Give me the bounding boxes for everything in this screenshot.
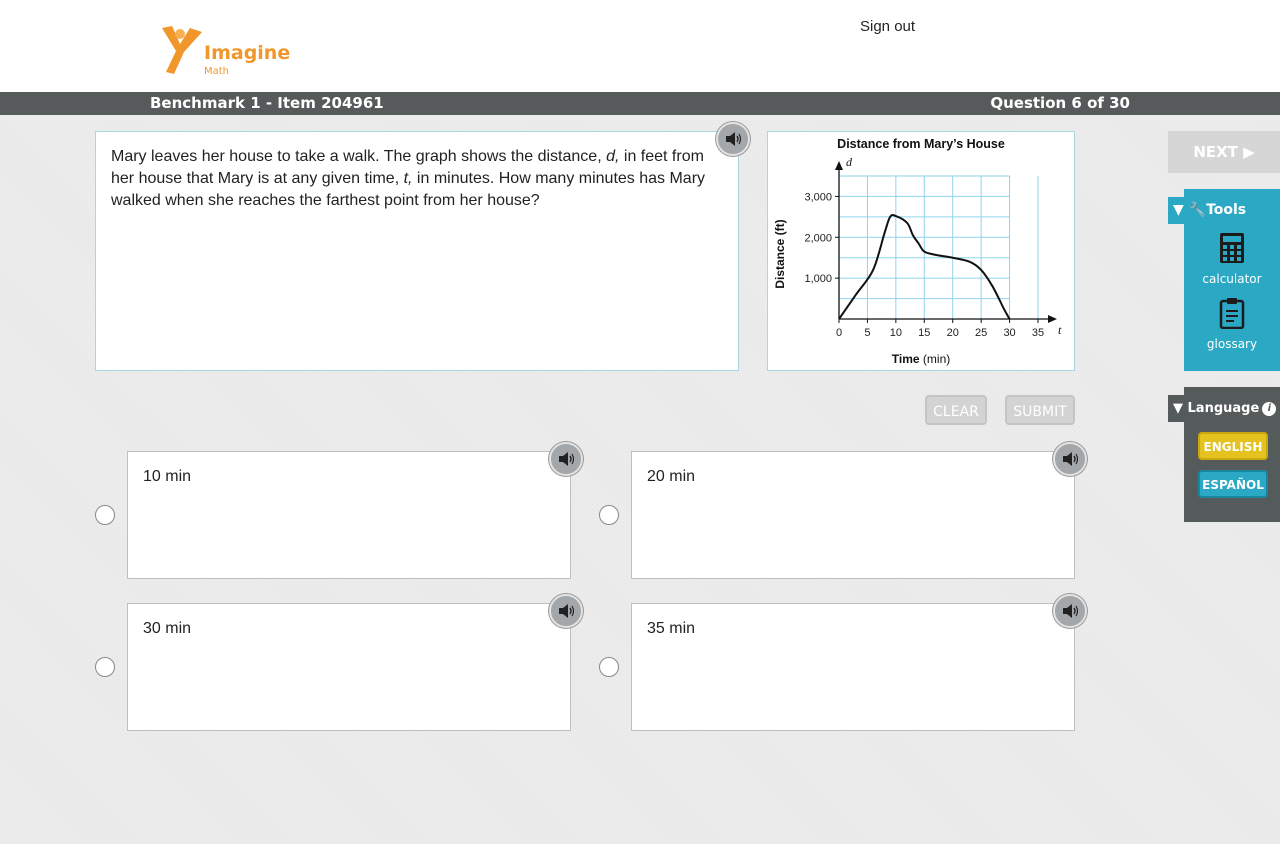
- calculator-icon: [1220, 233, 1244, 263]
- answer-label: 10 min: [143, 468, 192, 485]
- calculator-tool[interactable]: calculator: [1184, 232, 1280, 286]
- speaker-icon: [559, 604, 575, 618]
- x-tick-label: 10: [890, 327, 902, 339]
- spanish-button[interactable]: ESPAÑOL: [1198, 470, 1268, 498]
- answer-d-audio-button[interactable]: [1053, 594, 1087, 628]
- x-axis-label: Time (min): [892, 352, 950, 366]
- distance-chart: Distance from Mary’s House d t Distance …: [773, 137, 1062, 366]
- clear-button[interactable]: CLEAR: [925, 395, 987, 425]
- answer-label: 20 min: [647, 468, 696, 485]
- speaker-icon: [726, 132, 742, 146]
- logo-figure-icon: [162, 26, 202, 74]
- calculator-label: calculator: [1202, 272, 1262, 286]
- question-box: Mary leaves her house to take a walk. Th…: [95, 131, 739, 371]
- glossary-label: glossary: [1206, 337, 1258, 351]
- next-button[interactable]: NEXT ▶: [1168, 131, 1280, 173]
- question-text: Mary leaves her house to take a walk. Th…: [111, 148, 706, 209]
- logo-subtitle: Math: [204, 66, 230, 77]
- y-tick-label: 3,000: [804, 191, 832, 203]
- chart-title: Distance from Mary’s House: [837, 137, 1005, 151]
- tools-toggle[interactable]: ▼ 🔧Tools: [1173, 202, 1246, 218]
- speaker-icon: [559, 452, 575, 466]
- x-tick-label: 5: [864, 327, 870, 339]
- answer-d-radio[interactable]: [599, 657, 619, 677]
- y-axis-arrow: [835, 161, 843, 170]
- graph-box: Distance from Mary’s House d t Distance …: [767, 131, 1075, 371]
- x-axis-arrow: [1048, 315, 1057, 323]
- answer-b-audio-button[interactable]: [1053, 442, 1087, 476]
- x-tick-label: 35: [1032, 327, 1044, 339]
- question-audio-button[interactable]: [716, 122, 750, 156]
- answer-label: 35 min: [647, 620, 696, 637]
- y-axis-variable: d: [846, 155, 853, 169]
- x-tick-label: 0: [836, 327, 842, 339]
- language-toggle[interactable]: ▼ Language i: [1173, 401, 1277, 416]
- y-axis-label: Distance (ft): [773, 219, 787, 288]
- top-bar: Imagine Math Sign out: [0, 0, 1280, 92]
- answer-b-radio[interactable]: [599, 505, 619, 525]
- answer-label: 30 min: [143, 620, 192, 637]
- answer-option-d[interactable]: 35 min: [631, 603, 1075, 731]
- english-button[interactable]: ENGLISH: [1198, 432, 1268, 460]
- y-tick-label: 2,000: [804, 232, 832, 244]
- x-axis-variable: t: [1058, 323, 1062, 337]
- answer-a-audio-button[interactable]: [549, 442, 583, 476]
- speaker-icon: [1063, 604, 1079, 618]
- sign-out-link[interactable]: Sign out: [860, 18, 915, 35]
- x-tick-label: 15: [918, 327, 930, 339]
- answer-option-c[interactable]: 30 min: [127, 603, 571, 731]
- answer-option-a[interactable]: 10 min: [127, 451, 571, 579]
- logo-name: Imagine: [204, 42, 291, 64]
- speaker-icon: [1063, 452, 1079, 466]
- benchmark-title: Benchmark 1 - Item 204961: [150, 94, 384, 112]
- x-tick-label: 25: [975, 327, 987, 339]
- title-bar: Benchmark 1 - Item 204961 Question 6 of …: [0, 92, 1280, 115]
- answer-option-b[interactable]: 20 min: [631, 451, 1075, 579]
- glossary-tool[interactable]: glossary: [1184, 297, 1280, 351]
- imagine-math-logo: Imagine Math: [158, 24, 291, 80]
- answer-c-radio[interactable]: [95, 657, 115, 677]
- answer-c-audio-button[interactable]: [549, 594, 583, 628]
- submit-button[interactable]: SUBMIT: [1005, 395, 1075, 425]
- y-tick-label: 1,000: [804, 273, 832, 285]
- answer-a-radio[interactable]: [95, 505, 115, 525]
- x-tick-label: 30: [1003, 327, 1015, 339]
- glossary-icon: [1219, 298, 1245, 330]
- info-icon[interactable]: i: [1262, 402, 1277, 416]
- x-tick-label: 20: [947, 327, 959, 339]
- question-counter: Question 6 of 30: [990, 94, 1130, 112]
